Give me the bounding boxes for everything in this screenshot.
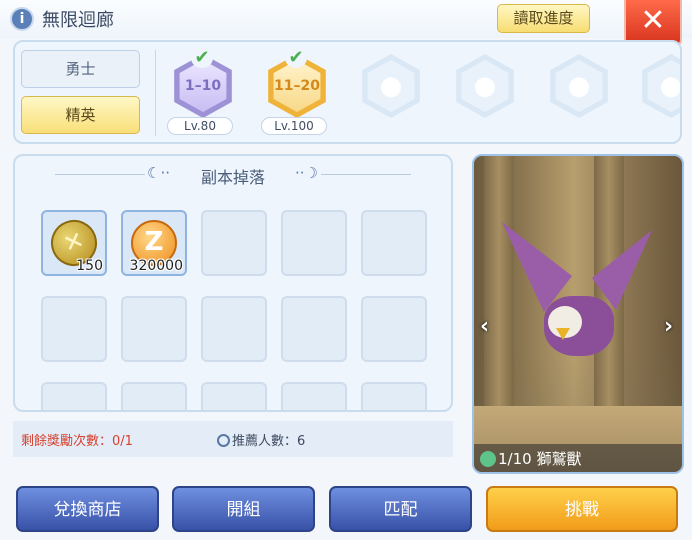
reward-info-bar: 剩餘獎勵次數：0/1 推薦人數：6 xyxy=(13,421,453,457)
drops-panel[interactable]: ☾·· 副本掉落 ··☽ ✕ 150 Z 320000 xyxy=(13,154,453,412)
page-title: 無限迴廊 xyxy=(42,10,114,31)
drop-slot xyxy=(361,210,427,276)
match-button[interactable]: 匹配 xyxy=(329,486,472,532)
drops-title: 副本掉落 xyxy=(200,168,265,187)
drop-slot xyxy=(201,296,267,362)
challenge-button[interactable]: 挑戰 xyxy=(486,486,678,532)
stage-1-10[interactable]: 1–10 ✔ Lv.80 xyxy=(163,48,243,138)
divider xyxy=(321,174,411,175)
drop-slot xyxy=(361,382,427,410)
item-quantity: 320000 xyxy=(129,258,183,274)
stage-locked[interactable]: ● xyxy=(351,54,431,138)
drop-slot xyxy=(281,382,347,410)
remaining-rewards: 剩餘獎勵次數：0/1 xyxy=(21,434,133,449)
stage-locked[interactable]: ● xyxy=(445,54,525,138)
stage-level: Lv.100 xyxy=(261,117,327,135)
drop-slot xyxy=(41,296,107,362)
pillar xyxy=(484,156,514,416)
drop-slot xyxy=(201,210,267,276)
drop-slot xyxy=(281,296,347,362)
recommended-players: 推薦人數：6 xyxy=(217,430,305,449)
poring-icon: ● xyxy=(367,60,415,112)
drop-slot xyxy=(121,382,187,410)
drop-slot xyxy=(281,210,347,276)
drop-slot xyxy=(361,296,427,362)
divider xyxy=(155,50,156,136)
clock-icon xyxy=(217,434,230,447)
difficulty-elite-button[interactable]: 精英 xyxy=(21,96,140,134)
read-progress-button[interactable]: 讀取進度 xyxy=(497,4,590,33)
stage-selector-panel: 勇士 精英 1–10 ✔ Lv.80 11–20 ✔ Lv.100 ● ● ● … xyxy=(13,40,682,144)
next-arrow-icon[interactable]: › xyxy=(664,314,673,339)
check-icon: ✔ xyxy=(191,48,213,68)
poring-icon: ● xyxy=(647,60,680,112)
stage-locked[interactable]: ● xyxy=(631,54,680,138)
leaf-icon xyxy=(480,451,496,467)
poring-icon: ● xyxy=(461,60,509,112)
poring-icon: ● xyxy=(555,60,603,112)
title-bar: i 無限迴廊 讀取進度 xyxy=(0,0,692,38)
boss-preview: ‹ › 1/10 獅鷲獸 xyxy=(472,154,684,474)
stage-level: Lv.80 xyxy=(167,117,233,135)
stage-hex: ● xyxy=(642,54,680,118)
open-party-button[interactable]: 開組 xyxy=(172,486,315,532)
drop-slot xyxy=(41,382,107,410)
stage-locked[interactable]: ● xyxy=(539,54,619,138)
difficulty-warrior-button[interactable]: 勇士 xyxy=(21,50,140,88)
boss-name-text: 1/10 獅鷲獸 xyxy=(498,450,582,468)
drop-slot xyxy=(121,296,187,362)
info-icon[interactable]: i xyxy=(10,7,34,31)
boss-name: 1/10 獅鷲獸 xyxy=(474,444,682,472)
exchange-shop-button[interactable]: 兌換商店 xyxy=(16,486,159,532)
stage-hex: ● xyxy=(456,54,514,118)
prev-arrow-icon[interactable]: ‹ xyxy=(480,314,489,339)
stage-hex: ● xyxy=(362,54,420,118)
stage-11-20[interactable]: 11–20 ✔ Lv.100 xyxy=(257,48,337,138)
item-quantity: 150 xyxy=(76,258,103,274)
check-icon: ✔ xyxy=(285,48,307,68)
stage-hex: ● xyxy=(550,54,608,118)
drop-slot[interactable]: Z 320000 xyxy=(121,210,187,276)
moon-ornament-icon: ··☽ xyxy=(295,164,318,182)
drop-slot[interactable]: ✕ 150 xyxy=(41,210,107,276)
recommended-players-text: 推薦人數：6 xyxy=(232,434,306,449)
drop-slot xyxy=(201,382,267,410)
